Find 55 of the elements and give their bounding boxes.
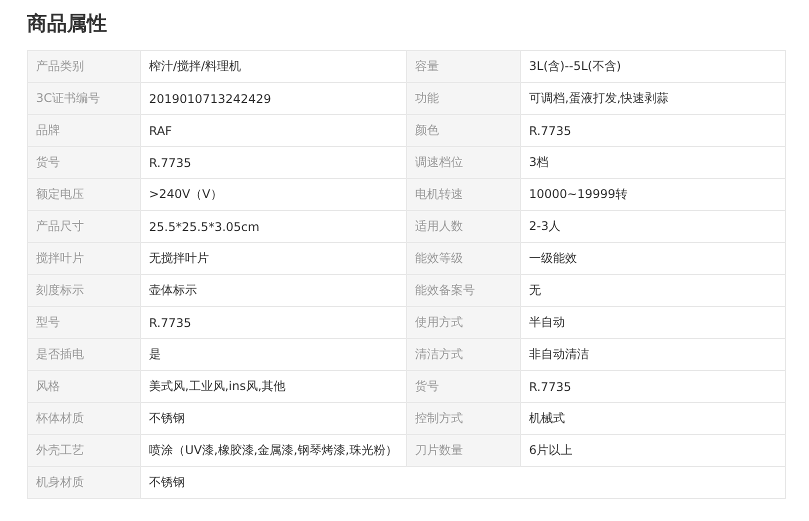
attribute-value: 10000~19999转 <box>520 178 786 210</box>
attribute-label: 使用方式 <box>406 306 520 338</box>
attribute-value: 6片以上 <box>520 434 786 466</box>
attribute-label: 是否插电 <box>28 338 140 370</box>
attribute-value: R.7735 <box>140 146 406 178</box>
attribute-label: 型号 <box>28 306 140 338</box>
attribute-value: 美式风,工业风,ins风,其他 <box>140 370 406 402</box>
attribute-value: 无搅拌叶片 <box>140 242 406 274</box>
attribute-label: 适用人数 <box>406 210 520 242</box>
attribute-label: 3C证书编号 <box>28 82 140 114</box>
attribute-label: 货号 <box>406 370 520 402</box>
attribute-value: 非自动清洁 <box>520 338 786 370</box>
attribute-label: 机身材质 <box>28 466 140 498</box>
attribute-value: 无 <box>520 274 786 306</box>
attribute-value: 壶体标示 <box>140 274 406 306</box>
attribute-label: 额定电压 <box>28 178 140 210</box>
attribute-value: 是 <box>140 338 406 370</box>
attribute-value: 榨汁/搅拌/料理机 <box>140 50 406 82</box>
attribute-value: 25.5*25.5*3.05cm <box>140 210 406 242</box>
attribute-value: 一级能效 <box>520 242 786 274</box>
attribute-label: 刀片数量 <box>406 434 520 466</box>
attribute-label: 容量 <box>406 50 520 82</box>
attribute-label: 能效备案号 <box>406 274 520 306</box>
attribute-value: 3档 <box>520 146 786 178</box>
attribute-label: 清洁方式 <box>406 338 520 370</box>
attribute-value: R.7735 <box>520 114 786 146</box>
attribute-value: 2-3人 <box>520 210 786 242</box>
attribute-value: 不锈钢 <box>140 402 406 434</box>
attribute-label: 功能 <box>406 82 520 114</box>
attribute-value: 喷涂（UV漆,橡胶漆,金属漆,钢琴烤漆,珠光粉） <box>140 434 406 466</box>
attribute-label: 电机转速 <box>406 178 520 210</box>
attribute-label: 刻度标示 <box>28 274 140 306</box>
attribute-label: 产品类别 <box>28 50 140 82</box>
attribute-value: 2019010713242429 <box>140 82 406 114</box>
attribute-label: 能效等级 <box>406 242 520 274</box>
attribute-label: 搅拌叶片 <box>28 242 140 274</box>
attribute-value: 可调档,蛋液打发,快速剥蒜 <box>520 82 786 114</box>
attribute-label: 杯体材质 <box>28 402 140 434</box>
attribute-label: 外壳工艺 <box>28 434 140 466</box>
attribute-label: 风格 <box>28 370 140 402</box>
attribute-value: R.7735 <box>140 306 406 338</box>
attribute-label: 调速档位 <box>406 146 520 178</box>
attribute-label: 颜色 <box>406 114 520 146</box>
attribute-value: 不锈钢 <box>140 466 786 498</box>
attribute-value: 半自动 <box>520 306 786 338</box>
attribute-label: 品牌 <box>28 114 140 146</box>
attribute-value: 机械式 <box>520 402 786 434</box>
attribute-value: 3L(含)--5L(不含) <box>520 50 786 82</box>
attribute-label: 控制方式 <box>406 402 520 434</box>
attribute-value: R.7735 <box>520 370 786 402</box>
attribute-label: 产品尺寸 <box>28 210 140 242</box>
attribute-value: RAF <box>140 114 406 146</box>
attribute-value: >240V（V） <box>140 178 406 210</box>
section-title: 商品属性 <box>27 10 108 37</box>
attribute-label: 货号 <box>28 146 140 178</box>
